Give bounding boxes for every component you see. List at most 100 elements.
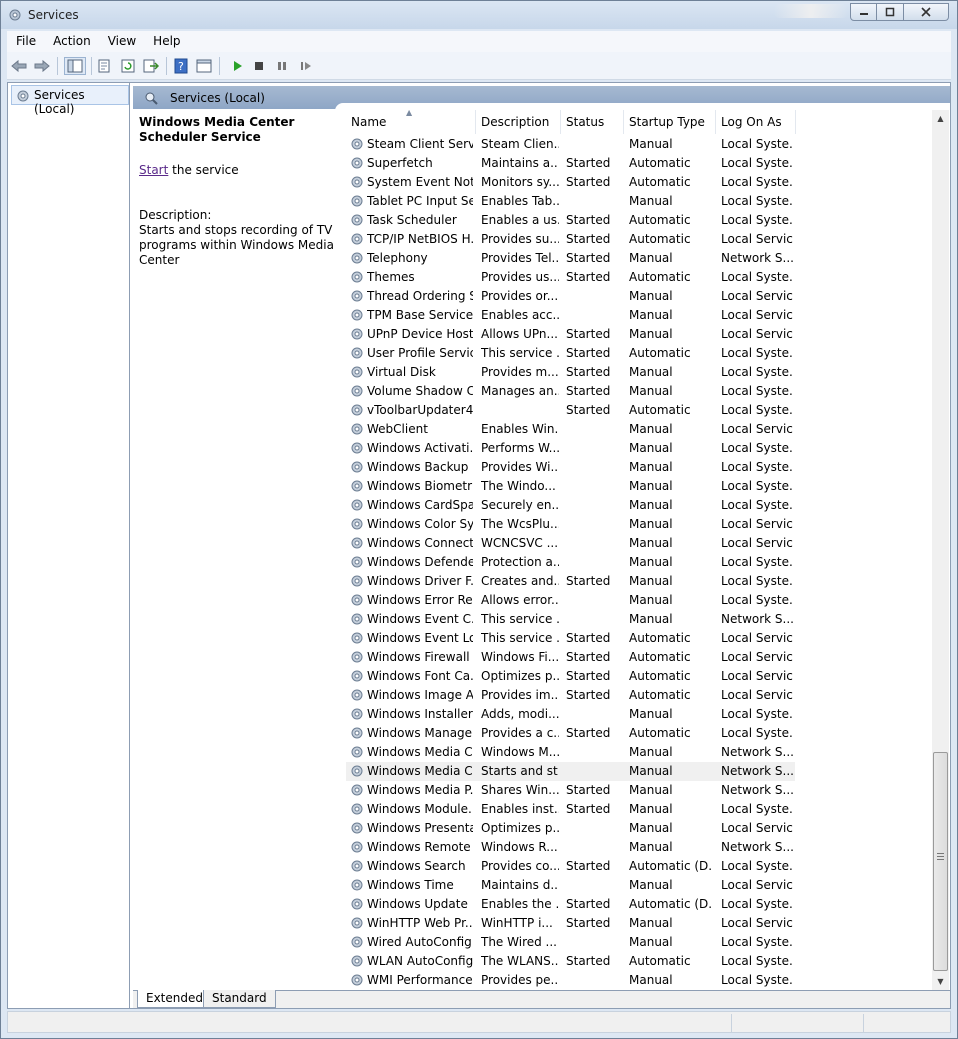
menu-view[interactable]: View [99, 31, 144, 52]
column-header-startup-type[interactable]: Startup Type [624, 110, 716, 134]
service-log-on-as: Local Service [721, 631, 793, 645]
menu-help[interactable]: Help [144, 31, 188, 52]
minimize-button[interactable] [850, 3, 877, 21]
table-row[interactable]: TCP/IP NetBIOS H... Provides su... Started… [346, 230, 931, 249]
vertical-scrollbar[interactable]: ▲ ▼ [932, 110, 949, 990]
service-gear-icon [350, 403, 364, 417]
scroll-up-arrow-icon[interactable]: ▲ [932, 110, 949, 127]
show-hide-console-tree-icon[interactable] [64, 57, 86, 75]
service-gear-icon [350, 175, 364, 189]
service-log-on-as: Network S... [721, 764, 793, 778]
table-row[interactable]: WebClient Enables Win... Manual Local Servi… [346, 420, 931, 439]
restart-service-icon[interactable] [297, 57, 315, 75]
services-list: ▲ Name Description Status Startup Type L… [346, 110, 931, 990]
table-row[interactable]: Tablet PC Input Se... Enables Tab... Manua… [346, 192, 931, 211]
maximize-button[interactable] [877, 3, 904, 21]
table-row[interactable]: System Event Noti... Monitors sy... Starte… [346, 173, 931, 192]
back-arrow-icon[interactable] [10, 57, 28, 75]
column-header-name[interactable]: ▲ Name [346, 110, 476, 134]
start-service-play-icon[interactable] [228, 57, 246, 75]
start-service-line: Start the service [139, 163, 339, 177]
menu-bar: File Action View Help [7, 31, 951, 52]
refresh-icon[interactable] [119, 57, 137, 75]
table-row[interactable]: Steam Client Servi... Steam Clien... Manua… [346, 135, 931, 154]
table-row[interactable]: Windows Backup Provides Wi... Manual Local … [346, 458, 931, 477]
scrollbar-thumb[interactable] [933, 752, 948, 971]
table-row[interactable]: Windows CardSpa... Securely en... Manual Lo… [346, 496, 931, 515]
service-name: Windows Driver F... [367, 574, 473, 588]
console-tree: Services (Local) [8, 83, 130, 1008]
start-service-link[interactable]: Start [139, 163, 168, 177]
table-row[interactable]: Windows Color Sy... The WcsPlu... Manual Lo… [346, 515, 931, 534]
table-row[interactable]: Windows Media C... Windows M... Manual Netw… [346, 743, 931, 762]
table-row[interactable]: Thread Ordering S... Provides or... Manual… [346, 287, 931, 306]
table-row[interactable]: Windows Installer Adds, modi... Manual Loca… [346, 705, 931, 724]
service-startup-type: Manual [629, 194, 673, 208]
table-row[interactable]: Windows Error Re... Allows error... Manual… [346, 591, 931, 610]
table-row[interactable]: Windows Search Provides co... Started Autom… [346, 857, 931, 876]
service-status: Started [566, 175, 611, 189]
column-header-status[interactable]: Status [561, 110, 624, 134]
service-gear-icon [350, 783, 364, 797]
table-row[interactable]: Windows Remote ... Windows R... Manual Netw… [346, 838, 931, 857]
table-row[interactable]: Volume Shadow C... Manages an... Started Ma… [346, 382, 931, 401]
pause-service-icon[interactable] [273, 57, 291, 75]
table-row[interactable]: Task Scheduler Enables a us... Started Auto… [346, 211, 931, 230]
table-row[interactable]: UPnP Device Host Allows UPn... Started Manu… [346, 325, 931, 344]
service-gear-icon [350, 156, 364, 170]
table-row[interactable]: Windows Driver F... Creates and... Started… [346, 572, 931, 591]
table-row[interactable]: Windows Image A... Provides im... Started A… [346, 686, 931, 705]
table-row[interactable]: Windows Biometri... The Windo... Manual Loc… [346, 477, 931, 496]
table-row[interactable]: Windows Media P... Shares Win... Started Ma… [346, 781, 931, 800]
export-list-icon[interactable] [142, 57, 160, 75]
tab-extended[interactable]: Extended [137, 990, 212, 1008]
table-row[interactable]: Windows Time Maintains d... Manual Local Se… [346, 876, 931, 895]
tab-standard[interactable]: Standard [203, 990, 276, 1008]
table-row[interactable]: Themes Provides us... Started Automatic Loca… [346, 268, 931, 287]
table-row[interactable]: TPM Base Services Enables acc... Manual Loc… [346, 306, 931, 325]
table-row[interactable]: WinHTTP Web Pr... WinHTTP i... Started Manu… [346, 914, 931, 933]
table-row[interactable]: Windows Media C... Starts and st... Manual… [346, 762, 795, 781]
table-row[interactable]: Windows Update Enables the ... Started Auto… [346, 895, 931, 914]
table-row[interactable]: Wired AutoConfig The Wired ... Manual Local… [346, 933, 931, 952]
table-row[interactable]: Windows Event Log This service ... Started… [346, 629, 931, 648]
service-name: Windows Backup [367, 460, 469, 474]
service-log-on-as: Local Service [721, 327, 793, 341]
table-row[interactable]: Windows Firewall Windows Fi... Started Auto… [346, 648, 931, 667]
table-row[interactable]: Windows Connect... WCNCSVC ... Manual Local… [346, 534, 931, 553]
table-row[interactable]: Windows Activati... Performs W... Manual Lo… [346, 439, 931, 458]
table-row[interactable]: Windows Module... Enables inst... Started M… [346, 800, 931, 819]
close-button[interactable] [904, 3, 949, 21]
table-row[interactable]: Telephony Provides Tel... Started Manual Net… [346, 249, 931, 268]
service-log-on-as: Network S... [721, 745, 793, 759]
table-row[interactable]: User Profile Service This service ... Star… [346, 344, 931, 363]
menu-action[interactable]: Action [44, 31, 99, 52]
table-row[interactable]: WLAN AutoConfig The WLANS... Started Automa… [346, 952, 931, 971]
table-row[interactable]: Windows Event C... This service ... Manual… [346, 610, 931, 629]
show-action-pane-icon[interactable] [195, 57, 213, 75]
service-description: Allows error... [481, 593, 559, 607]
scroll-down-arrow-icon[interactable]: ▼ [932, 973, 949, 990]
table-row[interactable]: Windows Manage... Provides a c... Started A… [346, 724, 931, 743]
table-row[interactable]: WMI Performance... Provides pe... Manual Lo… [346, 971, 931, 990]
stop-service-icon[interactable] [250, 57, 268, 75]
title-bar[interactable]: Services [1, 1, 957, 29]
table-row[interactable]: Windows Presenta... Optimizes p... Manual L… [346, 819, 931, 838]
table-row[interactable]: Windows Defender Protection a... Manual Loc… [346, 553, 931, 572]
forward-arrow-icon[interactable] [33, 57, 51, 75]
table-row[interactable]: Superfetch Maintains a... Started Automatic… [346, 154, 931, 173]
properties-icon[interactable] [95, 57, 113, 75]
help-icon[interactable]: ? [172, 57, 190, 75]
table-row[interactable]: vToolbarUpdater4... Started Automatic Local… [346, 401, 931, 420]
service-description: Maintains d... [481, 878, 559, 892]
table-row[interactable]: Virtual Disk Provides m... Started Manual Lo… [346, 363, 931, 382]
service-log-on-as: Local Syste... [721, 859, 793, 873]
column-header-log-on-as[interactable]: Log On As [716, 110, 796, 134]
column-header-description[interactable]: Description [476, 110, 561, 134]
menu-file[interactable]: File [7, 31, 44, 52]
tree-item-services-local[interactable]: Services (Local) [11, 85, 129, 116]
status-bar-separator [863, 1014, 864, 1032]
service-log-on-as: Local Syste... [721, 935, 793, 949]
service-startup-type: Manual [629, 840, 673, 854]
table-row[interactable]: Windows Font Ca... Optimizes p... Started A… [346, 667, 931, 686]
